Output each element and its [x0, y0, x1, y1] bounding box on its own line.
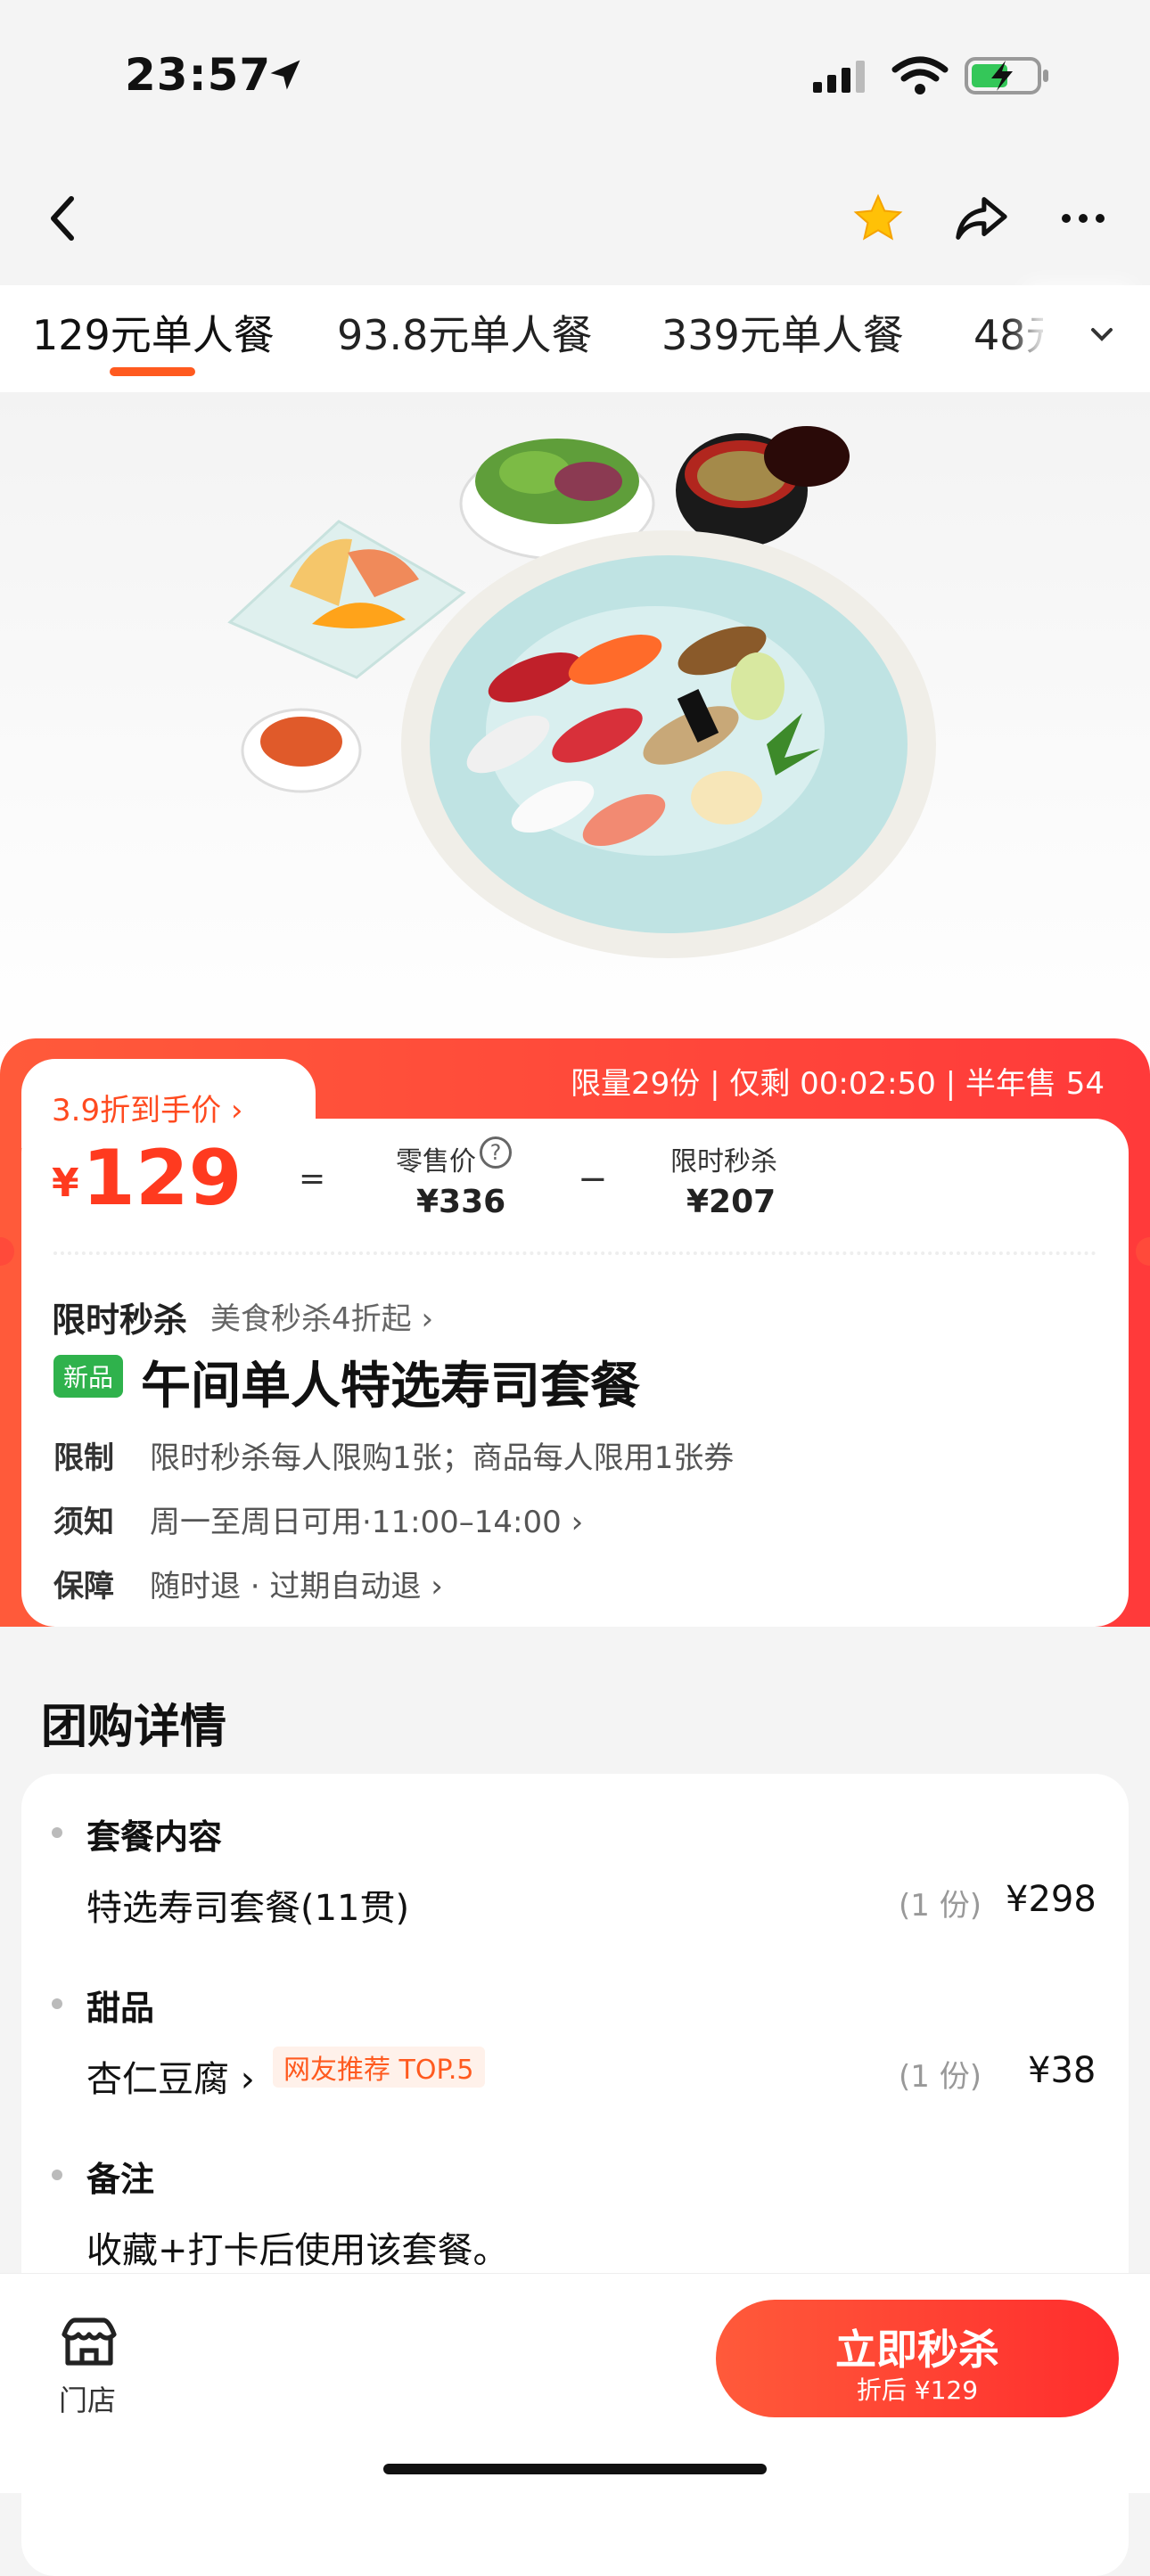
notice-label: 须知 — [53, 1505, 114, 1540]
section-title: 套餐内容 — [86, 1817, 223, 1857]
chevron-down-icon — [1089, 326, 1114, 348]
tabs-expand-button[interactable] — [1043, 285, 1150, 392]
status-time: 23:57 — [125, 49, 272, 101]
item-name: 特选寿司套餐(11贯) — [86, 1888, 410, 1929]
retail-price-label: 零售价 — [396, 1146, 476, 1177]
bullet — [52, 2170, 62, 2180]
final-price: 129 — [82, 1134, 242, 1223]
favorite-star-icon[interactable] — [847, 187, 909, 250]
flash-discount-label: 限时秒杀 — [670, 1146, 777, 1177]
new-badge: 新品 — [53, 1355, 123, 1398]
store-icon — [61, 2315, 118, 2372]
item-quantity: (1 份) — [899, 2059, 982, 2095]
location-arrow-icon — [266, 55, 305, 98]
guarantee-label: 保障 — [53, 1569, 114, 1604]
section-title: 甜品 — [86, 1989, 155, 2028]
limit-value: 限时秒杀每人限购1张；商品每人限用1张券 — [150, 1440, 735, 1476]
battery-icon — [965, 55, 1050, 100]
section-title: 备注 — [86, 2160, 155, 2199]
back-button[interactable] — [36, 187, 89, 250]
help-icon[interactable]: ? — [480, 1136, 512, 1169]
item-quantity: (1 份) — [899, 1888, 982, 1924]
details-heading: 团购详情 — [41, 1701, 227, 1754]
buy-now-subtext: 折后 ¥129 — [856, 2375, 979, 2405]
buy-now-label: 立即秒杀 — [835, 2326, 999, 2374]
notice-value[interactable]: 周一至周日可用·11:00–14:00 › — [150, 1497, 583, 1541]
item-price: ¥298 — [1006, 1879, 1097, 1920]
divider — [53, 1251, 1097, 1255]
flash-discount-value: ¥207 — [686, 1184, 776, 1220]
home-indicator — [383, 2464, 767, 2474]
limit-label: 限制 — [53, 1440, 114, 1476]
share-icon[interactable] — [949, 187, 1012, 250]
remark-text: 收藏+打卡后使用该套餐。 — [86, 2230, 509, 2271]
item-name-link[interactable]: 杏仁豆腐 › — [86, 2050, 255, 2102]
item-price: ¥38 — [1028, 2050, 1097, 2091]
active-tab-indicator — [110, 367, 195, 376]
tab-93-meal[interactable]: 93.8元单人餐 — [337, 303, 592, 362]
guarantee-value[interactable]: 随时退 · 过期自动退 › — [150, 1562, 443, 1605]
discount-label[interactable]: 3.9折到手价 › — [52, 1086, 242, 1129]
wifi-icon — [891, 55, 949, 102]
retail-price-value: ¥336 — [416, 1184, 506, 1220]
bullet — [52, 1827, 62, 1838]
store-label: 门店 — [59, 2383, 117, 2417]
more-options-icon[interactable] — [1052, 187, 1114, 250]
flash-sale-promo-link[interactable]: 美食秒杀4折起 › — [210, 1294, 433, 1338]
tab-129-meal[interactable]: 129元单人餐 — [32, 303, 275, 362]
equals-sign: = — [299, 1161, 326, 1197]
bullet — [52, 1998, 62, 2009]
stock-countdown-text: 限量29份 | 仅剩 00:02:50 | 半年售 54 — [571, 1066, 1105, 1102]
product-title: 午间单人特选寿司套餐 — [141, 1358, 640, 1415]
recommend-tag: 网友推荐 TOP.5 — [273, 2047, 485, 2088]
minus-sign: − — [578, 1159, 608, 1200]
price-currency: ¥ — [52, 1161, 79, 1206]
signal-icon — [813, 61, 875, 100]
tab-339-meal[interactable]: 339元单人餐 — [661, 303, 904, 362]
flash-sale-brand: 限时秒杀 — [52, 1300, 188, 1340]
buy-now-button[interactable]: 立即秒杀 折后 ¥129 — [716, 2300, 1119, 2417]
product-photo — [0, 392, 1150, 1070]
